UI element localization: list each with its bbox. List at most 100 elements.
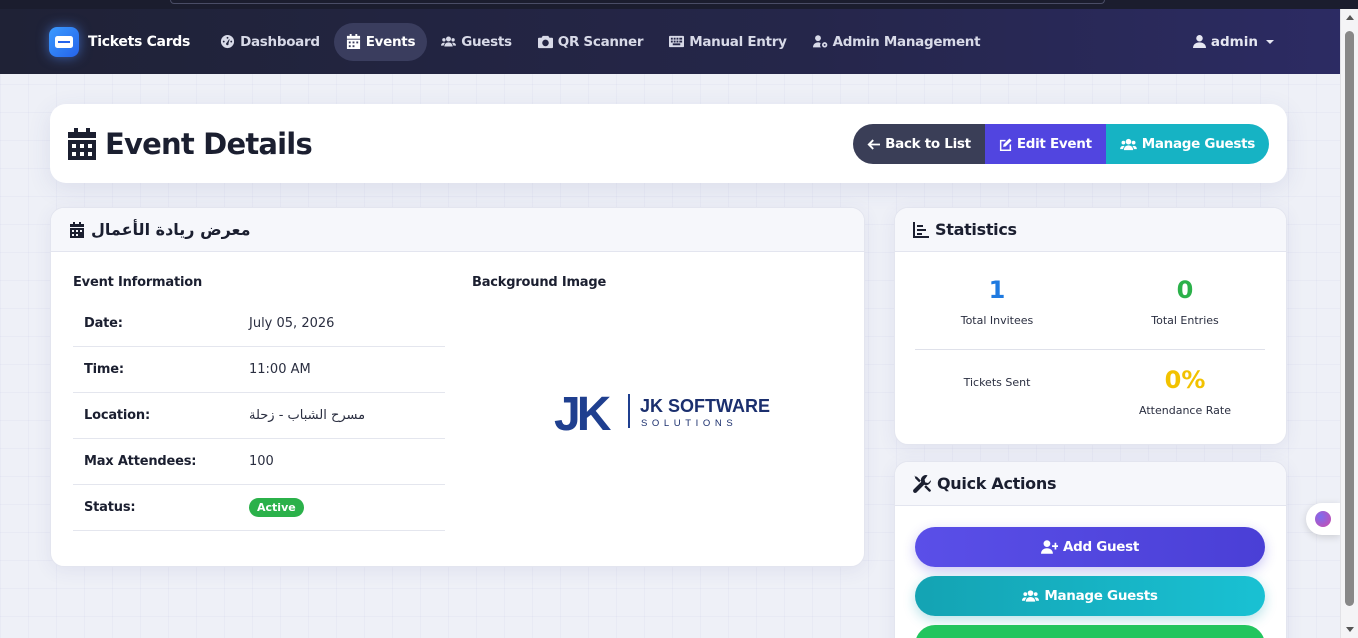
- back-to-list-button[interactable]: Back to List: [853, 124, 985, 164]
- scrollbar-thumb[interactable]: [1345, 31, 1354, 606]
- user-menu[interactable]: admin: [1192, 9, 1274, 74]
- users-icon: [441, 36, 457, 47]
- row-value: July 05, 2026: [249, 316, 335, 331]
- tools-icon: [913, 474, 931, 493]
- edit-event-label: Edit Event: [1016, 136, 1092, 152]
- header-button-group: Back to List Edit Event Manage Guests: [853, 124, 1269, 164]
- quick-actions-card: Quick Actions Add Guest Manage Guests: [894, 461, 1287, 638]
- browser-chrome: [0, 0, 1358, 9]
- row-value: 100: [249, 454, 274, 469]
- manage-guests-label: Manage Guests: [1141, 136, 1256, 152]
- nav-item-guests[interactable]: Guests: [429, 23, 524, 61]
- stat-tickets-sent: Tickets Sent: [917, 376, 1077, 389]
- calendar-icon: [68, 127, 96, 160]
- back-to-list-label: Back to List: [885, 136, 971, 152]
- row-key: Status:: [84, 500, 136, 515]
- nav-label: QR Scanner: [557, 33, 644, 50]
- edit-event-button[interactable]: Edit Event: [984, 124, 1106, 164]
- event-card-header: معرض ريادة الأعمال: [51, 208, 864, 252]
- page-title: Event Details: [68, 126, 313, 161]
- brand[interactable]: Tickets Cards: [49, 26, 191, 57]
- add-guest-button[interactable]: Add Guest: [915, 527, 1265, 567]
- navbar: Tickets Cards Dashboard Events Guests QR…: [0, 9, 1340, 74]
- row-value: 11:00 AM: [249, 362, 311, 377]
- status-badge: Active: [249, 498, 304, 517]
- nav-label: Events: [365, 33, 416, 50]
- event-info-table: Date: July 05, 2026 Time: 11:00 AM Locat…: [73, 301, 445, 531]
- nav-label: Dashboard: [240, 33, 320, 50]
- statistics-card-header: Statistics: [895, 208, 1286, 252]
- add-guest-label: Add Guest: [1062, 539, 1140, 555]
- chevron-down-icon: [1266, 39, 1274, 44]
- user-plus-icon: [1040, 540, 1058, 554]
- chart-icon: [913, 221, 929, 238]
- keyboard-icon: [669, 35, 685, 48]
- users-icon: [1119, 138, 1137, 150]
- stat-value: 1: [988, 276, 1006, 304]
- quick-actions-header: Quick Actions: [895, 462, 1286, 506]
- user-name: admin: [1210, 33, 1258, 50]
- nav-label: Guests: [461, 33, 512, 50]
- ticket-icon: [49, 26, 79, 57]
- table-row: Location: مسرح الشباب - زحلة: [73, 393, 445, 439]
- event-name: معرض ريادة الأعمال: [91, 220, 251, 239]
- stat-label: Total Invitees: [960, 314, 1034, 327]
- logo-line2: SOLUTIONS: [641, 418, 737, 429]
- quick-actions-title: Quick Actions: [937, 474, 1057, 493]
- manage-guests-button[interactable]: Manage Guests: [1105, 124, 1269, 164]
- stat-value: 0: [1176, 276, 1194, 304]
- brand-name: Tickets Cards: [88, 33, 191, 50]
- nav-item-dashboard[interactable]: Dashboard: [208, 23, 332, 61]
- divider: [915, 349, 1265, 350]
- stat-label: Attendance Rate: [1139, 404, 1231, 417]
- nav-label: Manual Entry: [689, 33, 787, 50]
- stat-total-invitees: 1 Total Invitees: [917, 276, 1077, 327]
- table-row: Date: July 05, 2026: [73, 301, 445, 347]
- table-row: Time: 11:00 AM: [73, 347, 445, 393]
- user-icon: [1192, 35, 1206, 48]
- row-key: Max Attendees:: [84, 454, 197, 469]
- stat-label: Total Entries: [1151, 314, 1219, 327]
- row-key: Date:: [84, 316, 123, 331]
- stat-attendance-rate: 0% Attendance Rate: [1105, 366, 1265, 417]
- stat-total-entries: 0 Total Entries: [1105, 276, 1265, 327]
- assistant-widget[interactable]: [1306, 503, 1340, 535]
- nav-item-admin-management[interactable]: Admin Management: [801, 23, 993, 61]
- arrow-left-icon: [867, 138, 881, 150]
- scroll-down-icon[interactable]: [1346, 627, 1354, 632]
- stat-value: 0%: [1164, 366, 1206, 394]
- user-gear-icon: [812, 35, 827, 48]
- nav-item-qr-scanner[interactable]: QR Scanner: [526, 23, 655, 61]
- statistics-card: Statistics 1 Total Invitees 0 Total Entr…: [894, 207, 1287, 445]
- row-value: Active: [249, 498, 304, 517]
- calendar-icon: [70, 221, 84, 238]
- statistics-title: Statistics: [935, 220, 1017, 239]
- users-icon: [1022, 590, 1040, 602]
- calendar-icon: [346, 34, 360, 49]
- event-information-heading: Event Information: [73, 275, 203, 290]
- gauge-icon: [221, 34, 235, 49]
- logo-line1: JK SOFTWARE: [640, 396, 770, 416]
- page-scrollbar[interactable]: [1340, 9, 1358, 638]
- row-key: Time:: [84, 362, 124, 377]
- row-value: مسرح الشباب - زحلة: [249, 408, 366, 423]
- table-row: Status: Active: [73, 485, 445, 531]
- nav-item-events[interactable]: Events: [333, 22, 428, 61]
- background-image-heading: Background Image: [472, 275, 607, 290]
- edit-icon: [999, 137, 1012, 151]
- quick-manage-guests-button[interactable]: Manage Guests: [915, 576, 1265, 616]
- table-row: Max Attendees: 100: [73, 439, 445, 485]
- row-key: Location:: [84, 408, 150, 423]
- scroll-up-icon[interactable]: [1346, 15, 1354, 20]
- stat-label: Tickets Sent: [963, 376, 1031, 389]
- nav-item-manual-entry[interactable]: Manual Entry: [657, 23, 798, 61]
- page-header: Event Details Back to List Edit Event Ma…: [50, 104, 1287, 183]
- quick-action-button[interactable]: [915, 625, 1265, 638]
- logo-monogram: JK: [554, 388, 612, 436]
- brain-icon: [1315, 511, 1331, 527]
- camera-icon: [537, 35, 553, 49]
- event-details-card: معرض ريادة الأعمال Event Information Bac…: [50, 207, 865, 567]
- nav-label: Admin Management: [832, 33, 981, 50]
- page-title-text: Event Details: [105, 126, 313, 161]
- manage-guests-label: Manage Guests: [1044, 588, 1158, 604]
